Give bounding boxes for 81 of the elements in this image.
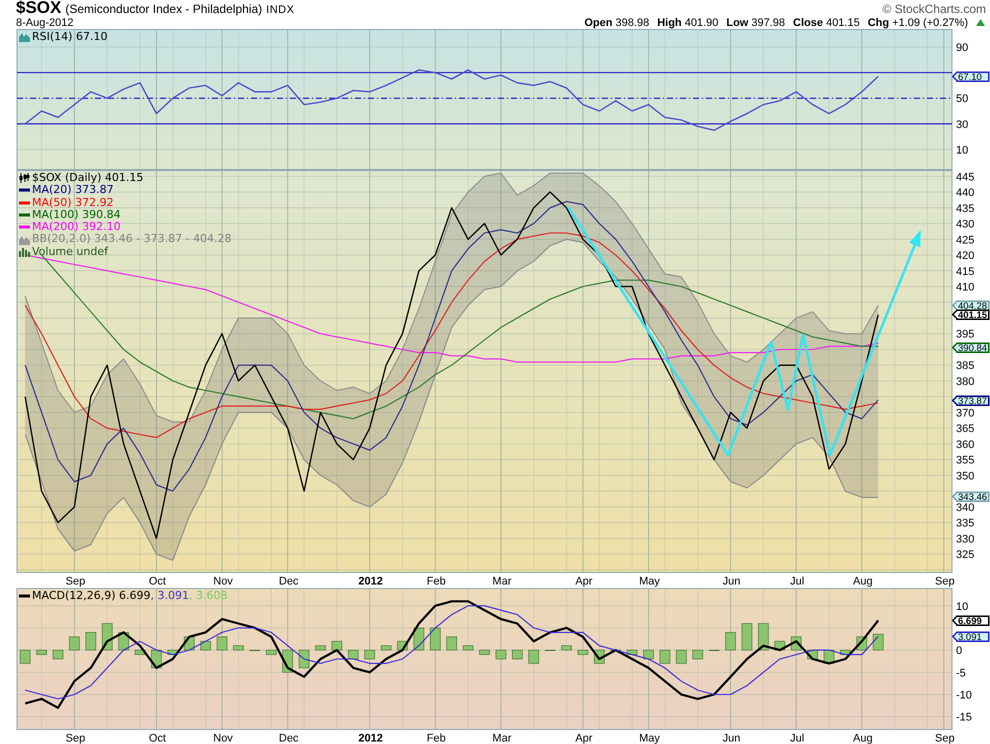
symbol-title: $SOX xyxy=(16,0,62,16)
value-tag: 6.699 xyxy=(952,615,990,627)
axis-label: -15 xyxy=(956,712,972,724)
axis-label: Jul xyxy=(790,732,804,744)
quote-text: Chg +1.09 (+0.27%) xyxy=(868,16,968,28)
axis-label: 2012 xyxy=(358,576,383,588)
legend-text: MA(100) 390.84 xyxy=(32,208,121,222)
axis-label: Oct xyxy=(148,576,166,588)
axis-label: Nov xyxy=(213,732,233,744)
legend-text: RSI(14) 67.10 xyxy=(32,31,108,44)
axis-label: 10 xyxy=(956,600,968,613)
axis-label: 10 xyxy=(956,144,968,156)
axis-label: 30 xyxy=(956,118,968,131)
quote-text: Open 398.98 xyxy=(584,16,650,28)
axis-label: 445 xyxy=(956,171,974,184)
value-tag: 401.15 xyxy=(952,309,990,321)
value-tag: 373.87 xyxy=(952,395,990,407)
axis-label: 0 xyxy=(956,645,962,658)
axis-label: 340 xyxy=(956,502,974,514)
axis-label: 440 xyxy=(956,187,974,200)
quote-text: Close 401.15 xyxy=(793,16,860,28)
legend-text: $SOX (Daily) 401.15 xyxy=(32,172,144,184)
axis-label: 415 xyxy=(956,266,974,278)
exchange-label: INDX xyxy=(266,4,294,16)
value-tag: 343.46 xyxy=(952,491,990,503)
axis-label: 330 xyxy=(956,533,974,546)
date-text: 8-Aug-2012 xyxy=(16,16,74,28)
axis-label: Aug xyxy=(853,576,873,588)
axis-label: 430 xyxy=(956,218,974,231)
axis-label: 350 xyxy=(956,470,974,482)
axis-label: Sep xyxy=(66,576,86,588)
legend-text: Volume undef xyxy=(32,246,108,258)
axis-label: Apr xyxy=(575,732,592,744)
axis-label: 335 xyxy=(956,518,974,530)
axis-label: Feb xyxy=(426,576,446,588)
axis-label: -5 xyxy=(956,667,966,680)
quote-text: Low 397.98 xyxy=(726,16,786,28)
axis-label: -10 xyxy=(956,690,972,702)
quote-text: High 401.90 xyxy=(657,16,718,28)
axis-label: Jun xyxy=(722,732,740,744)
value-tag: 67.10 xyxy=(952,71,990,83)
axis-label: May xyxy=(639,576,660,588)
axis-label: 420 xyxy=(956,250,974,262)
axis-label: 425 xyxy=(956,234,974,246)
axis-label: 435 xyxy=(956,202,974,215)
axis-label: 90 xyxy=(956,42,968,54)
axis-label: 365 xyxy=(956,423,974,436)
axis-label: 370 xyxy=(956,407,974,420)
axis-label: Feb xyxy=(426,732,446,744)
axis-label: Mar xyxy=(492,576,512,588)
index-name: (Semiconductor Index - Philadelphia) xyxy=(65,2,262,16)
value-tag: 3.091 xyxy=(952,631,990,643)
axis-label: Jun xyxy=(722,576,740,588)
value-tag: 390.84 xyxy=(952,342,990,354)
axis-label: 410 xyxy=(956,282,974,294)
axis-label: Sep xyxy=(935,576,955,588)
axis-label: 50 xyxy=(956,93,968,106)
axis-label: Sep xyxy=(66,732,86,744)
axis-label: 380 xyxy=(956,376,974,388)
value-tag: 404.28 xyxy=(952,300,990,312)
axis-label: Apr xyxy=(575,576,592,588)
axis-label: May xyxy=(639,732,660,744)
axis-label: Nov xyxy=(213,576,233,588)
legend-text: MA(50) 372.92 xyxy=(32,196,114,209)
axis-label: Mar xyxy=(492,732,512,744)
axis-label: 355 xyxy=(956,454,974,467)
axis-label: 360 xyxy=(956,438,974,451)
axis-label: 385 xyxy=(956,360,974,372)
legend-text: MA(20) 373.87 xyxy=(32,184,114,197)
axis-label: Dec xyxy=(278,576,298,588)
credit-text: © StockCharts.com xyxy=(882,2,986,16)
axis-label: 2012 xyxy=(358,732,383,744)
axis-label: Sep xyxy=(935,732,955,744)
legend-text: MA(200) 392.10 xyxy=(32,221,121,234)
axis-label: Oct xyxy=(148,732,166,744)
axis-label: 395 xyxy=(956,328,974,341)
axis-label: Jul xyxy=(790,576,804,588)
legend-text: BB(20,2.0) 343.46 - 373.87 - 404.28 xyxy=(32,233,232,246)
axis-label: 325 xyxy=(956,549,974,562)
axis-label: Dec xyxy=(278,732,298,744)
axis-label: Aug xyxy=(853,732,873,744)
